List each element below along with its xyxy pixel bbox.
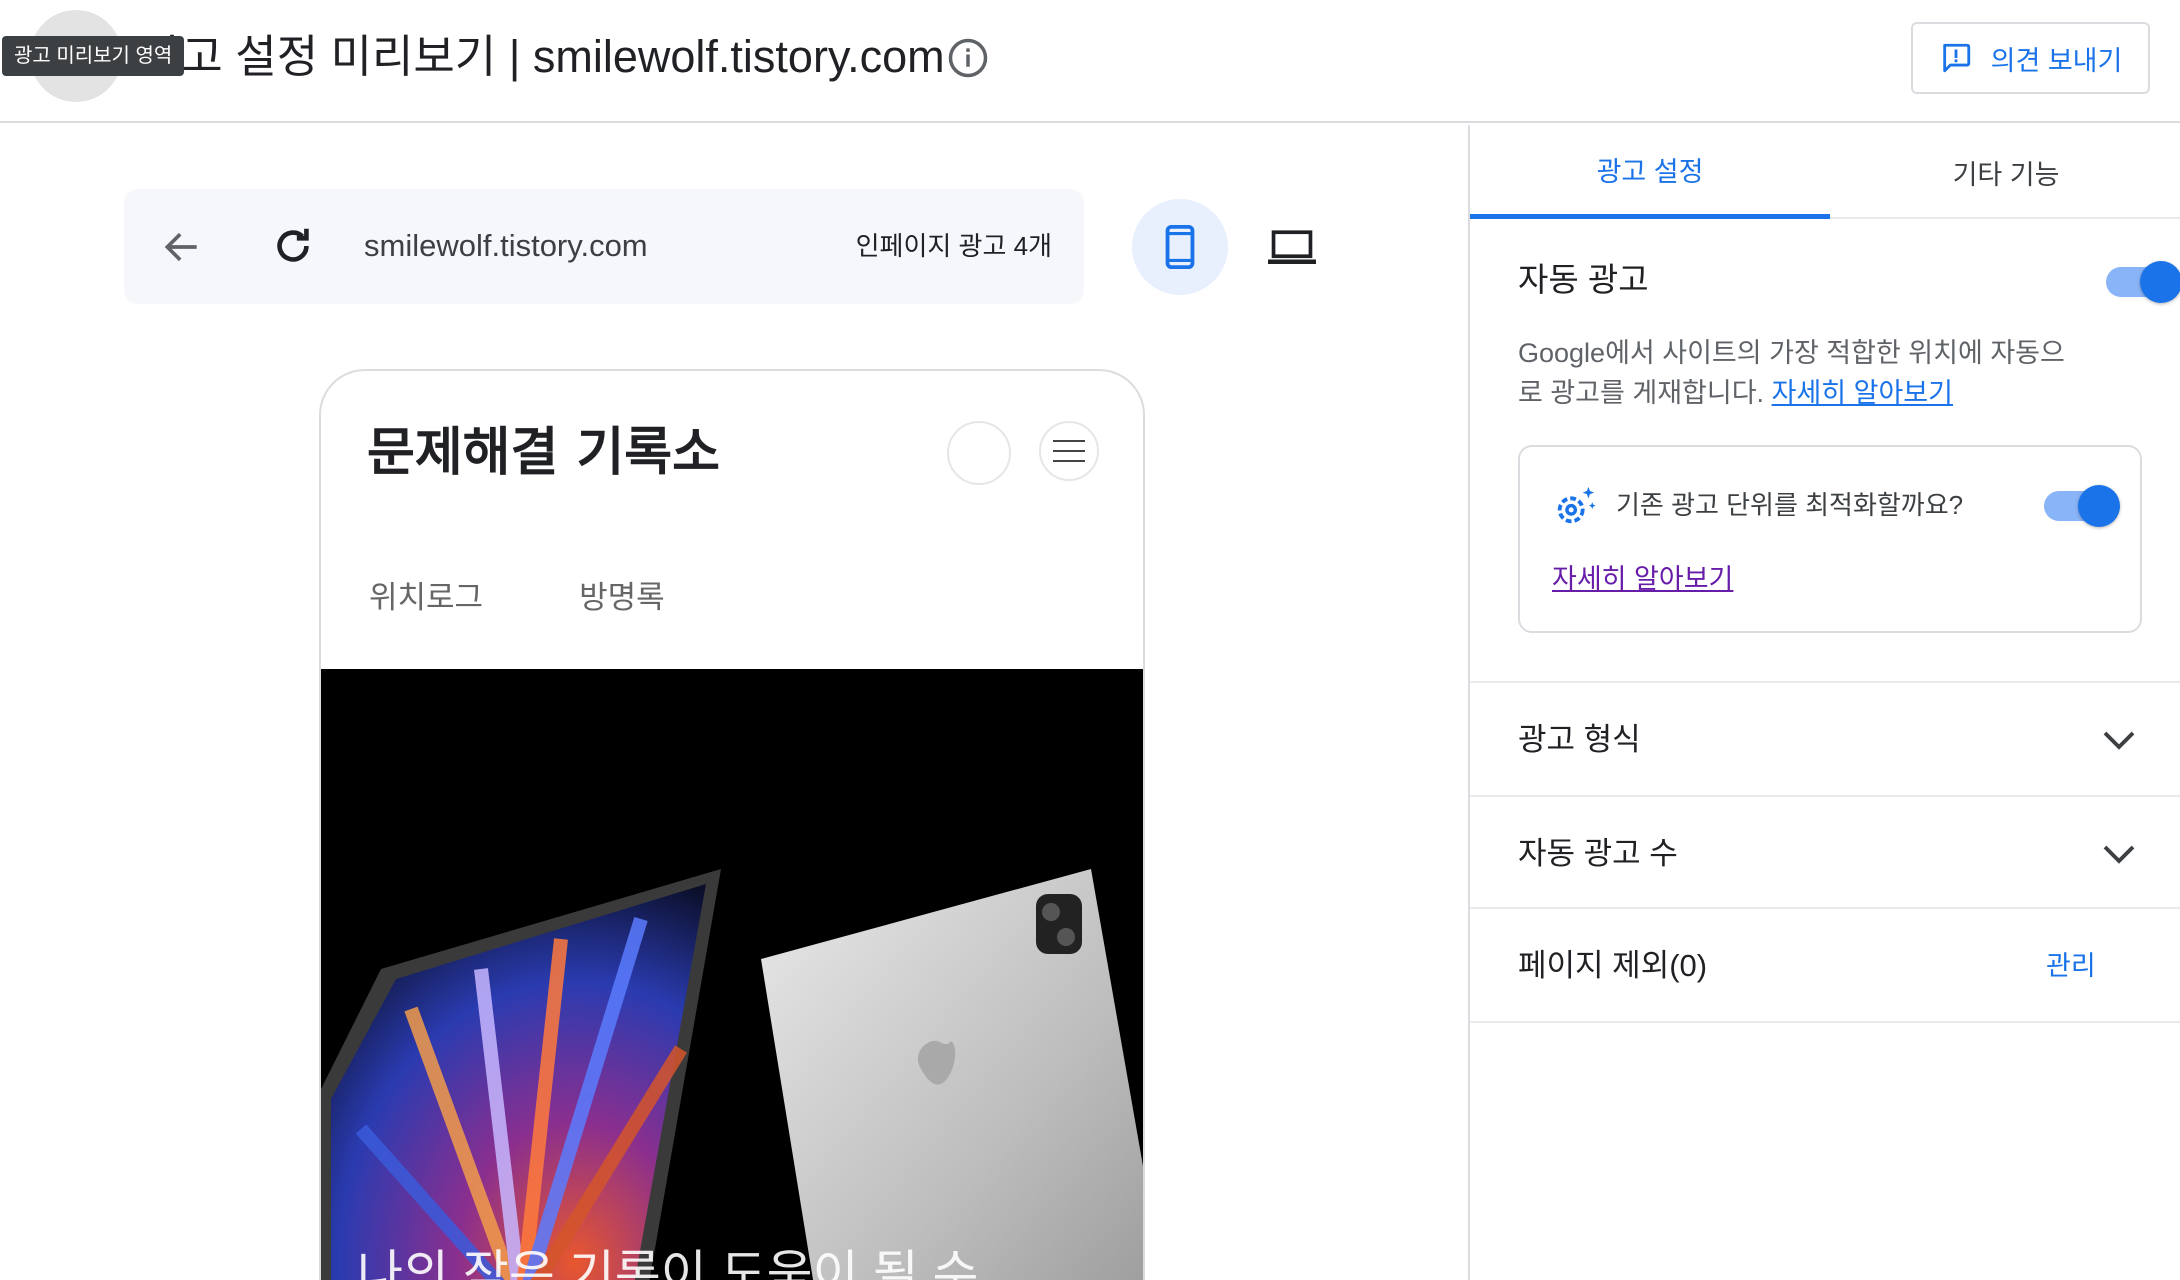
address-bar: smilewolf.tistory.com 인페이지 광고 4개 [124, 189, 1084, 304]
auto-ads-count-row[interactable]: 자동 광고 수 [1470, 795, 2180, 909]
feedback-icon [1942, 43, 1970, 73]
auto-ads-count-label: 자동 광고 수 [1518, 836, 1678, 871]
settings-panel: 광고 설정 기타 기능 자동 광고 Google에서 사이트의 가장 적합한 위… [1468, 125, 2180, 1280]
refresh-icon[interactable] [270, 223, 316, 269]
auto-ads-learn-more-link[interactable]: 자세히 알아보기 [1772, 378, 1953, 408]
ad-format-row[interactable]: 광고 형식 [1470, 681, 2180, 795]
blog-nav: 위치로그 방명록 [369, 575, 665, 621]
hamburger-menu-icon[interactable] [1039, 421, 1099, 481]
blog-profile-button[interactable] [947, 421, 1011, 485]
auto-optimize-gear-icon [1557, 486, 1596, 524]
tab-other-features[interactable]: 기타 기능 [1830, 125, 2180, 219]
mobile-preview-frame[interactable]: 문제해결 기록소 위치로그 방명록 나의 작은 기록이 도움이 될 수 [319, 369, 1145, 1280]
chevron-down-icon [2103, 845, 2135, 864]
optimize-learn-more-link[interactable]: 자세히 알아보기 [1552, 557, 1733, 601]
ad-format-label: 광고 형식 [1518, 722, 1641, 757]
preview-url: smilewolf.tistory.com [364, 228, 648, 263]
chevron-down-icon [2103, 731, 2135, 750]
auto-ads-description: Google에서 사이트의 가장 적합한 위치에 자동으로 광고를 게재합니다.… [1518, 333, 2078, 413]
feedback-label: 의견 보내기 [1990, 45, 2123, 76]
tab-ad-settings[interactable]: 광고 설정 [1470, 125, 1830, 219]
smartphone-icon [1165, 224, 1195, 270]
mobile-view-button[interactable] [1132, 199, 1228, 295]
manage-link[interactable]: 관리 [2046, 943, 2096, 989]
panel-tabs: 광고 설정 기타 기능 [1470, 125, 2180, 219]
page-title: 광고 설정 미리보기 | smilewolf.tistory.com [140, 31, 945, 82]
blog-nav-guestbook[interactable]: 방명록 [579, 575, 665, 621]
info-icon[interactable] [947, 37, 989, 79]
ad-preview-area: smilewolf.tistory.com 인페이지 광고 4개 문제해결 기록… [0, 125, 1468, 1280]
blog-hero-image: 나의 작은 기록이 도움이 될 수 [321, 669, 1143, 1280]
auto-ads-title: 자동 광고 [1518, 261, 1649, 298]
page-exclusion-row: 페이지 제외(0) 관리 [1470, 907, 2180, 1021]
page-exclusion-label: 페이지 제외(0) [1518, 948, 1708, 983]
laptop-icon [1268, 230, 1316, 264]
blog-title: 문제해결 기록소 [367, 422, 720, 483]
top-bar: 광고 설정 미리보기 | smilewolf.tistory.com 광고 미리… [0, 0, 2180, 123]
tablet-image [321, 869, 1143, 1280]
optimize-toggle[interactable] [2044, 485, 2120, 527]
send-feedback-button[interactable]: 의견 보내기 [1911, 22, 2150, 94]
inpage-ad-count: 인페이지 광고 4개 [855, 231, 1052, 261]
auto-ads-toggle[interactable] [2106, 261, 2180, 303]
arrow-back-icon[interactable] [160, 225, 204, 269]
blog-nav-location-log[interactable]: 위치로그 [369, 575, 483, 621]
hero-text: 나의 작은 기록이 도움이 될 수 [357, 1246, 979, 1280]
desktop-view-button[interactable] [1244, 199, 1340, 295]
optimize-existing-units-card: 기존 광고 단위를 최적화할까요? 자세히 알아보기 [1518, 445, 2142, 633]
tooltip: 광고 미리보기 영역 [2, 36, 185, 76]
divider [1470, 1021, 2180, 1023]
optimize-label: 기존 광고 단위를 최적화할까요? [1616, 490, 1964, 520]
